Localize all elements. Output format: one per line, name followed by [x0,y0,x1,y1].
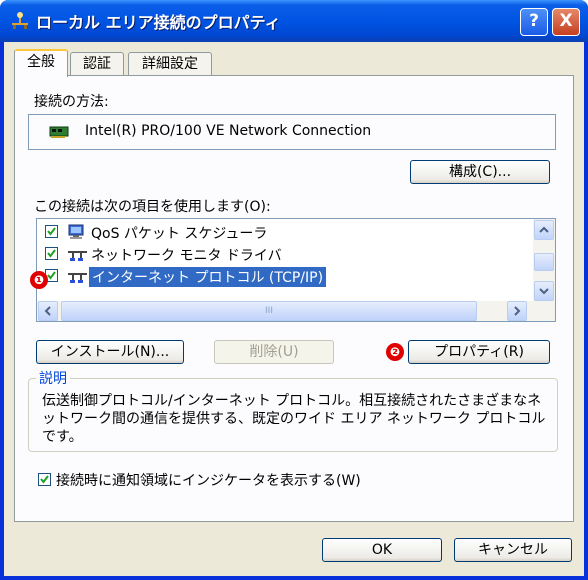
vertical-scrollbar[interactable] [533,219,555,303]
checkmark-icon [47,249,56,258]
items-label: この接続は次の項目を使用します(O): [34,199,271,215]
chevron-right-icon [514,306,521,316]
horizontal-scrollbar[interactable]: III [37,301,555,321]
description-title: 説明 [36,368,70,388]
configure-button[interactable]: 構成(C)... [410,160,550,184]
vertical-scroll-thumb[interactable] [534,253,554,271]
tab-authentication[interactable]: 認証 [70,52,124,76]
title-bar[interactable]: ローカル エリア接続のプロパティ ? X [0,0,588,42]
list-item-qos[interactable]: QoS パケット スケジューラ [37,221,529,243]
chevron-left-icon [44,306,51,316]
annotation-marker-1: ❶ [30,271,48,289]
horizontal-scroll-thumb[interactable]: III [61,301,477,321]
list-item-tcpip[interactable]: インターネット プロトコル (TCP/IP) [37,265,529,287]
ok-button[interactable]: OK [322,538,442,562]
adapter-name: Intel(R) PRO/100 VE Network Connection [85,123,372,139]
scroll-up-button[interactable] [534,220,554,240]
chevron-up-icon [539,226,549,233]
components-list[interactable]: QoS パケット スケジューラ ネットワーク モニタ ドライバ インターネット … [36,218,556,322]
uninstall-button: 削除(U) [214,340,334,364]
scroll-left-button[interactable] [38,301,58,321]
list-item-label: インターネット プロトコル (TCP/IP) [89,267,327,287]
tab-general[interactable]: 全般 [14,49,68,77]
cancel-button[interactable]: キャンセル [454,538,572,562]
checkmark-icon [47,227,56,236]
network-adapter-icon [49,126,69,138]
notify-checkbox-label[interactable]: 接続時に通知領域にインジケータを表示する(W) [56,470,361,490]
adapter-field: Intel(R) PRO/100 VE Network Connection [28,114,556,150]
checkbox-network-monitor[interactable] [45,247,58,260]
network-connection-icon [12,12,28,29]
connect-using-label: 接続の方法: [34,94,109,110]
network-protocol-icon [68,251,87,261]
checkmark-icon [40,475,49,484]
help-button[interactable]: ? [520,8,548,36]
qos-scheduler-icon [68,224,84,239]
list-item-label: ネットワーク モニタ ドライバ [91,248,282,264]
network-protocol-icon [68,273,87,283]
dialog-window: ローカル エリア接続のプロパティ ? X 全般 認証 詳細設定 接続の方法: I… [0,0,588,580]
properties-button[interactable]: プロパティ(R) [408,340,550,364]
description-text: 伝送制御プロトコル/インターネット プロトコル。相互接続されたさまざまなネットワ… [42,393,546,445]
list-item-network-monitor[interactable]: ネットワーク モニタ ドライバ [37,243,529,265]
chevron-down-icon [539,288,549,295]
list-item-label: QoS パケット スケジューラ [91,226,268,242]
scroll-right-button[interactable] [507,301,527,321]
annotation-marker-2: ❷ [386,343,404,361]
notify-checkbox[interactable] [38,473,51,486]
scroll-down-button[interactable] [534,281,554,301]
install-button[interactable]: インストール(N)... [36,340,184,364]
checkbox-qos[interactable] [45,225,58,238]
tab-advanced[interactable]: 詳細設定 [128,52,212,76]
close-button[interactable]: X [552,8,580,36]
window-title: ローカル エリア接続のプロパティ [36,13,281,32]
dialog-client-area: 全般 認証 詳細設定 接続の方法: Intel(R) PRO/100 VE Ne… [4,42,584,576]
